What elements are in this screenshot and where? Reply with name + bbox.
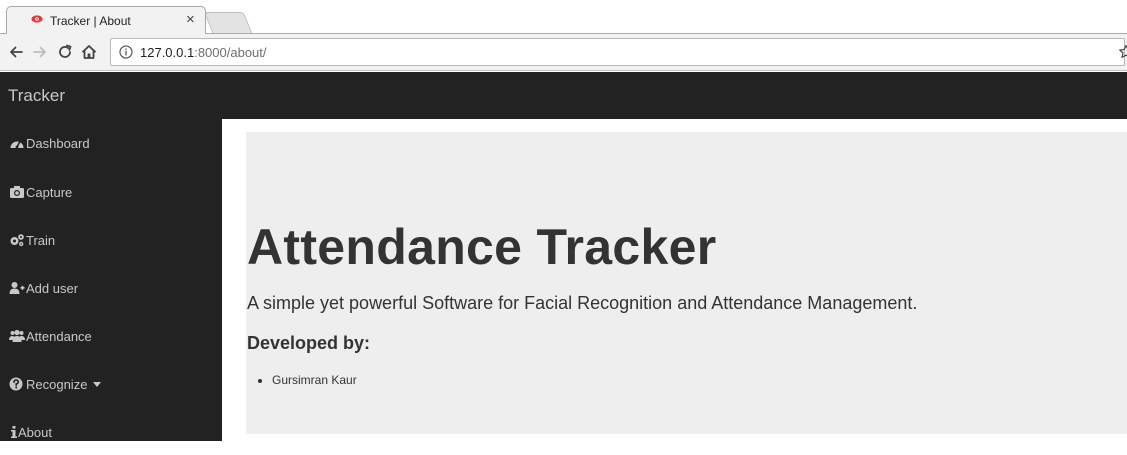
back-arrow-icon[interactable] [7,43,25,61]
developer-list: Gursimran Kaur [258,373,357,387]
url-text[interactable]: 127.0.0.1:8000/about/ [140,45,267,60]
browser-toolbar: 127.0.0.1:8000/about/ [0,34,1127,71]
new-tab-button[interactable] [203,12,253,33]
sidebar-item-add-user[interactable]: Add user [0,263,222,311]
question-circle-icon [9,377,23,391]
tachometer-icon [10,140,24,149]
sidebar-item-about[interactable]: About [0,407,222,455]
sidebar-item-attendance[interactable]: Attendance [0,311,222,359]
page-title: Attendance Tracker [247,219,717,275]
site-info-icon[interactable] [119,45,133,59]
reload-icon[interactable] [56,43,74,61]
sidebar-item-label: Add user [26,281,79,296]
recognize-label-text: Recognize [26,377,88,392]
jumbotron: Attendance Tracker A simple yet powerful… [246,132,1127,434]
developed-by-heading: Developed by: [247,333,371,353]
sidebar-item-capture[interactable]: Capture [0,167,222,215]
bookmark-star-icon[interactable] [1118,44,1127,60]
navbar-brand[interactable]: Tracker [8,86,65,106]
sidebar-item-label: Train [26,233,56,248]
home-icon[interactable] [80,43,98,61]
url-path: :8000/about/ [194,45,267,60]
sidebar: Dashboard Capture Train Add user Attenda… [0,119,222,441]
tab-title: Tracker | About [50,14,131,28]
developer-list-item: Gursimran Kaur [258,373,357,387]
user-plus-icon [9,282,25,294]
sidebar-item-label: Dashboard [26,136,90,151]
eye-favicon-icon [31,15,43,23]
forward-arrow-icon[interactable] [31,43,49,61]
sidebar-item-dashboard[interactable]: Dashboard [0,119,222,167]
chevron-down-icon [93,382,102,387]
sidebar-item-label: Capture [26,185,73,200]
gears-icon [10,234,24,247]
sidebar-item-recognize[interactable]: Recognize [0,359,222,407]
sidebar-item-label: Recognize [26,377,102,392]
sidebar-item-label: Attendance [26,329,92,344]
top-navbar: Tracker [0,72,1127,119]
address-bar[interactable]: 127.0.0.1:8000/about/ [110,38,1127,66]
browser-tab-active[interactable]: Tracker | About × [6,6,206,34]
sidebar-item-train[interactable]: Train [0,215,222,263]
app-viewport: Tracker Dashboard Capture Train Add user… [0,72,1127,441]
browser-tab-strip: Tracker | About × [0,0,1127,34]
camera-icon [10,186,24,198]
sidebar-item-label: About [18,425,52,440]
users-icon [9,329,25,342]
lead-text: A simple yet powerful Software for Facia… [247,293,918,313]
tab-close-icon[interactable]: × [186,12,195,27]
url-host: 127.0.0.1 [140,45,195,60]
main-content: Attendance Tracker A simple yet powerful… [222,119,1127,441]
